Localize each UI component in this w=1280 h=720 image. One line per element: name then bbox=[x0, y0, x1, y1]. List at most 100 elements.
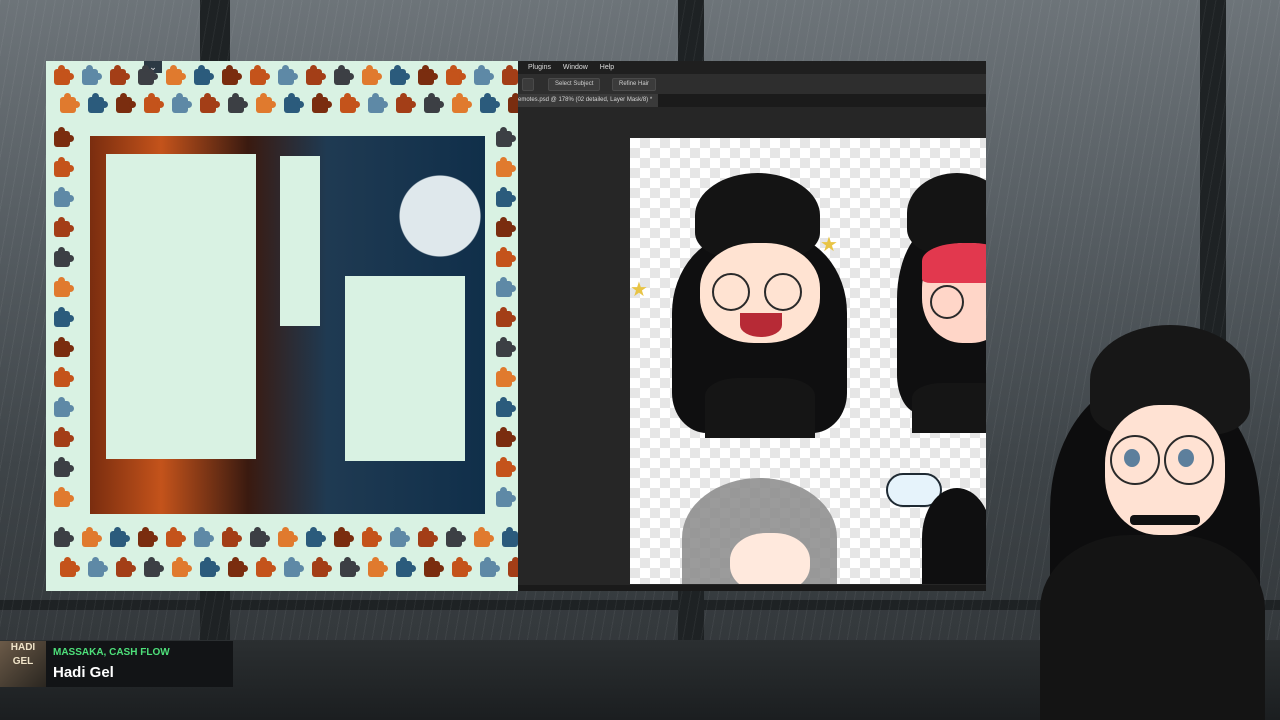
puzzle-piece[interactable] bbox=[166, 527, 186, 547]
puzzle-piece[interactable] bbox=[88, 93, 108, 113]
puzzle-piece[interactable] bbox=[334, 65, 354, 85]
puzzle-piece[interactable] bbox=[172, 557, 192, 577]
puzzle-piece[interactable] bbox=[54, 65, 74, 85]
puzzle-piece[interactable] bbox=[496, 367, 516, 387]
puzzle-piece[interactable] bbox=[306, 527, 326, 547]
puzzle-piece[interactable] bbox=[54, 217, 74, 237]
puzzle-piece[interactable] bbox=[502, 65, 518, 85]
puzzle-piece[interactable] bbox=[54, 337, 74, 357]
puzzle-piece[interactable] bbox=[496, 307, 516, 327]
puzzle-piece[interactable] bbox=[54, 277, 74, 297]
puzzle-piece[interactable] bbox=[222, 527, 242, 547]
puzzle-piece[interactable] bbox=[340, 93, 360, 113]
puzzle-piece[interactable] bbox=[496, 277, 516, 297]
puzzle-piece[interactable] bbox=[88, 557, 108, 577]
puzzle-piece[interactable] bbox=[116, 93, 136, 113]
puzzle-piece[interactable] bbox=[54, 397, 74, 417]
puzzle-piece[interactable] bbox=[54, 307, 74, 327]
puzzle-piece[interactable] bbox=[418, 65, 438, 85]
puzzle-piece[interactable] bbox=[452, 557, 472, 577]
puzzle-piece[interactable] bbox=[138, 65, 158, 85]
puzzle-piece[interactable] bbox=[496, 457, 516, 477]
puzzle-piece[interactable] bbox=[496, 187, 516, 207]
puzzle-piece[interactable] bbox=[480, 557, 500, 577]
puzzle-piece[interactable] bbox=[474, 65, 494, 85]
jigsaw-puzzle-window[interactable]: ⌄ bbox=[46, 61, 518, 591]
puzzle-piece[interactable] bbox=[424, 557, 444, 577]
puzzle-piece[interactable] bbox=[54, 487, 74, 507]
puzzle-piece[interactable] bbox=[496, 487, 516, 507]
puzzle-piece[interactable] bbox=[172, 93, 192, 113]
puzzle-piece[interactable] bbox=[54, 157, 74, 177]
puzzle-piece[interactable] bbox=[228, 93, 248, 113]
puzzle-piece[interactable] bbox=[60, 93, 80, 113]
puzzle-piece[interactable] bbox=[54, 187, 74, 207]
puzzle-piece[interactable] bbox=[340, 557, 360, 577]
puzzle-piece[interactable] bbox=[284, 93, 304, 113]
puzzle-piece[interactable] bbox=[60, 557, 80, 577]
puzzle-piece[interactable] bbox=[200, 93, 220, 113]
puzzle-piece[interactable] bbox=[418, 527, 438, 547]
photoshop-window[interactable]: Plugins Window Help Select Subject Refin… bbox=[518, 61, 986, 591]
puzzle-piece[interactable] bbox=[166, 65, 186, 85]
puzzle-piece[interactable] bbox=[508, 93, 518, 113]
puzzle-piece[interactable] bbox=[194, 527, 214, 547]
tool-preset-dropdown[interactable] bbox=[522, 78, 534, 91]
puzzle-piece[interactable] bbox=[496, 247, 516, 267]
puzzle-piece[interactable] bbox=[312, 557, 332, 577]
puzzle-piece[interactable] bbox=[250, 527, 270, 547]
puzzle-piece[interactable] bbox=[144, 93, 164, 113]
puzzle-piece[interactable] bbox=[368, 557, 388, 577]
puzzle-piece[interactable] bbox=[200, 557, 220, 577]
puzzle-piece[interactable] bbox=[496, 397, 516, 417]
puzzle-piece[interactable] bbox=[496, 217, 516, 237]
puzzle-piece[interactable] bbox=[496, 427, 516, 447]
puzzle-piece[interactable] bbox=[82, 527, 102, 547]
puzzle-piece[interactable] bbox=[480, 93, 500, 113]
puzzle-piece[interactable] bbox=[54, 367, 74, 387]
document-canvas[interactable]: ★ ★ bbox=[630, 138, 986, 584]
puzzle-piece[interactable] bbox=[194, 65, 214, 85]
puzzle-piece[interactable] bbox=[362, 65, 382, 85]
puzzle-piece[interactable] bbox=[390, 65, 410, 85]
puzzle-piece[interactable] bbox=[278, 65, 298, 85]
menu-window[interactable]: Window bbox=[563, 64, 588, 71]
puzzle-piece[interactable] bbox=[496, 337, 516, 357]
puzzle-piece[interactable] bbox=[256, 557, 276, 577]
puzzle-piece[interactable] bbox=[110, 65, 130, 85]
puzzle-piece[interactable] bbox=[502, 527, 518, 547]
puzzle-piece[interactable] bbox=[306, 65, 326, 85]
puzzle-piece[interactable] bbox=[396, 557, 416, 577]
puzzle-piece[interactable] bbox=[54, 457, 74, 477]
puzzle-piece[interactable] bbox=[496, 157, 516, 177]
puzzle-piece[interactable] bbox=[82, 65, 102, 85]
puzzle-piece[interactable] bbox=[278, 527, 298, 547]
puzzle-piece[interactable] bbox=[424, 93, 444, 113]
puzzle-piece[interactable] bbox=[144, 557, 164, 577]
puzzle-piece[interactable] bbox=[138, 527, 158, 547]
puzzle-piece[interactable] bbox=[446, 527, 466, 547]
select-subject-button[interactable]: Select Subject bbox=[548, 78, 601, 91]
puzzle-piece[interactable] bbox=[54, 527, 74, 547]
puzzle-board[interactable] bbox=[90, 136, 485, 514]
puzzle-piece[interactable] bbox=[54, 427, 74, 447]
menu-plugins[interactable]: Plugins bbox=[528, 64, 551, 71]
puzzle-piece[interactable] bbox=[334, 527, 354, 547]
puzzle-piece[interactable] bbox=[116, 557, 136, 577]
refine-hair-button[interactable]: Refine Hair bbox=[612, 78, 657, 91]
puzzle-piece[interactable] bbox=[396, 93, 416, 113]
puzzle-piece[interactable] bbox=[110, 527, 130, 547]
puzzle-piece[interactable] bbox=[474, 527, 494, 547]
puzzle-piece[interactable] bbox=[368, 93, 388, 113]
puzzle-piece[interactable] bbox=[446, 65, 466, 85]
puzzle-piece[interactable] bbox=[222, 65, 242, 85]
puzzle-piece[interactable] bbox=[362, 527, 382, 547]
puzzle-piece[interactable] bbox=[508, 557, 518, 577]
puzzle-piece[interactable] bbox=[312, 93, 332, 113]
puzzle-piece[interactable] bbox=[284, 557, 304, 577]
puzzle-piece[interactable] bbox=[452, 93, 472, 113]
horizontal-scrollbar[interactable] bbox=[518, 585, 986, 591]
puzzle-piece[interactable] bbox=[256, 93, 276, 113]
menu-help[interactable]: Help bbox=[600, 64, 614, 71]
puzzle-piece[interactable] bbox=[228, 557, 248, 577]
